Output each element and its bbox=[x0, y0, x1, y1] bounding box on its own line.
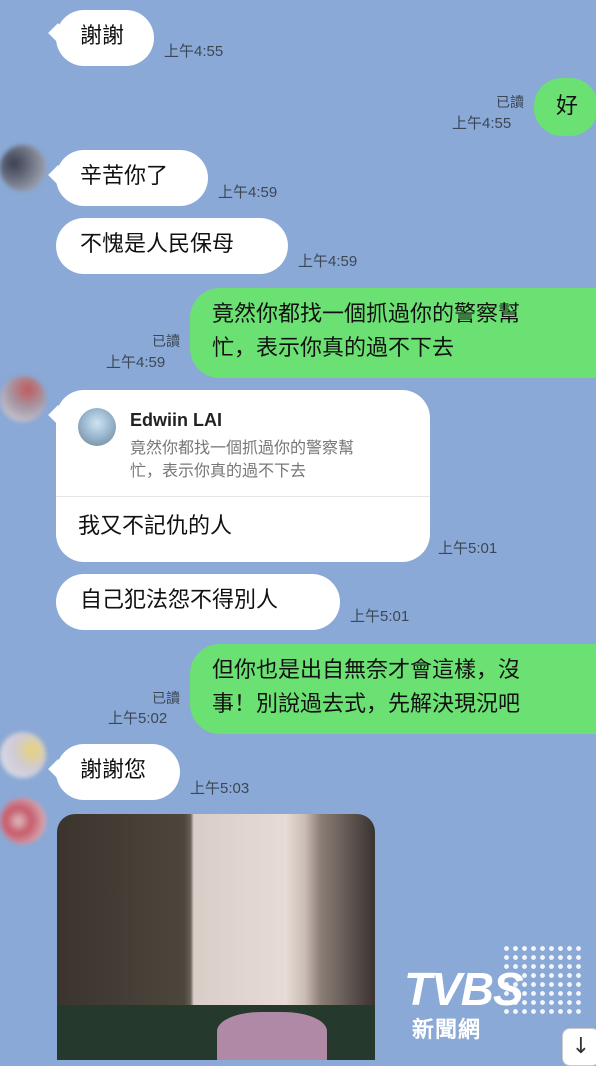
message-bubble-incoming[interactable]: 謝謝您 bbox=[56, 744, 180, 800]
message-text: 自己犯法怨不得別人 bbox=[80, 588, 279, 613]
message-bubble-incoming[interactable]: 自己犯法怨不得別人 bbox=[56, 574, 340, 630]
contact-avatar[interactable] bbox=[0, 798, 46, 844]
message-text-line: 忙，表示你真的過不下去 bbox=[212, 336, 455, 361]
quoted-message[interactable]: Edwiin LAI 竟然你都找一個抓過你的警察幫 忙，表示你真的過不下去 bbox=[56, 390, 430, 497]
message-text: 不愧是人民保母 bbox=[80, 232, 235, 257]
photo-message[interactable] bbox=[57, 814, 375, 1060]
message-time: 上午4:55 bbox=[164, 43, 224, 60]
message-text: 謝謝您 bbox=[80, 758, 147, 783]
message-text: 我又不記仇的人 bbox=[78, 514, 233, 539]
message-time: 上午5:01 bbox=[438, 540, 498, 557]
message-text-line: 但你也是出自無奈才會這樣，沒 bbox=[212, 658, 521, 683]
contact-avatar[interactable] bbox=[0, 145, 46, 191]
quoted-text-line: 竟然你都找一個抓過你的警察幫 bbox=[130, 438, 355, 457]
photo-floor bbox=[57, 1005, 375, 1060]
photo-cloth bbox=[217, 1012, 327, 1060]
logo-sub: 新聞網 bbox=[412, 1018, 482, 1043]
message-time: 上午4:55 bbox=[452, 115, 512, 132]
message-text-line: 竟然你都找一個抓過你的警察幫 bbox=[212, 302, 521, 327]
message-time: 上午4:59 bbox=[106, 354, 166, 371]
quoted-sender-avatar bbox=[78, 408, 116, 446]
logo-brand: TVBS bbox=[404, 963, 524, 1015]
message-text-line: 事！別說過去式，先解決現況吧 bbox=[212, 692, 521, 717]
message-time: 上午5:02 bbox=[108, 710, 168, 727]
message-time: 上午4:59 bbox=[218, 184, 278, 201]
quoted-text: 竟然你都找一個抓過你的警察幫 忙，表示你真的過不下去 bbox=[130, 436, 420, 482]
message-bubble-incoming[interactable]: 不愧是人民保母 bbox=[56, 218, 288, 274]
read-receipt: 已讀 bbox=[152, 333, 180, 349]
tvbs-watermark-logo: TVBS 新聞網 bbox=[404, 944, 582, 1044]
message-text: 謝謝 bbox=[80, 24, 125, 49]
message-text: 好 bbox=[556, 94, 579, 119]
read-receipt: 已讀 bbox=[152, 690, 180, 706]
message-bubble-outgoing[interactable]: 好 bbox=[534, 78, 596, 136]
message-time: 上午5:01 bbox=[350, 608, 410, 625]
contact-avatar[interactable] bbox=[0, 732, 46, 778]
message-bubble-incoming[interactable]: 謝謝 bbox=[56, 10, 154, 66]
message-bubble-outgoing[interactable]: 但你也是出自無奈才會這樣，沒 事！別說過去式，先解決現況吧 bbox=[190, 644, 596, 734]
quoted-text-line: 忙，表示你真的過不下去 bbox=[130, 461, 307, 480]
reply-message-bubble[interactable]: Edwiin LAI 竟然你都找一個抓過你的警察幫 忙，表示你真的過不下去 我又… bbox=[56, 390, 430, 562]
scroll-down-icon[interactable]: ↓ bbox=[562, 1028, 596, 1066]
contact-avatar[interactable] bbox=[0, 376, 46, 422]
message-bubble-incoming[interactable]: 辛苦你了 bbox=[56, 150, 208, 206]
message-time: 上午5:03 bbox=[190, 780, 250, 797]
message-bubble-outgoing[interactable]: 竟然你都找一個抓過你的警察幫 忙，表示你真的過不下去 bbox=[190, 288, 596, 378]
quoted-sender-name: Edwiin LAI bbox=[130, 410, 222, 430]
message-text: 辛苦你了 bbox=[80, 164, 169, 189]
read-receipt: 已讀 bbox=[496, 94, 524, 110]
message-time: 上午4:59 bbox=[298, 253, 358, 270]
